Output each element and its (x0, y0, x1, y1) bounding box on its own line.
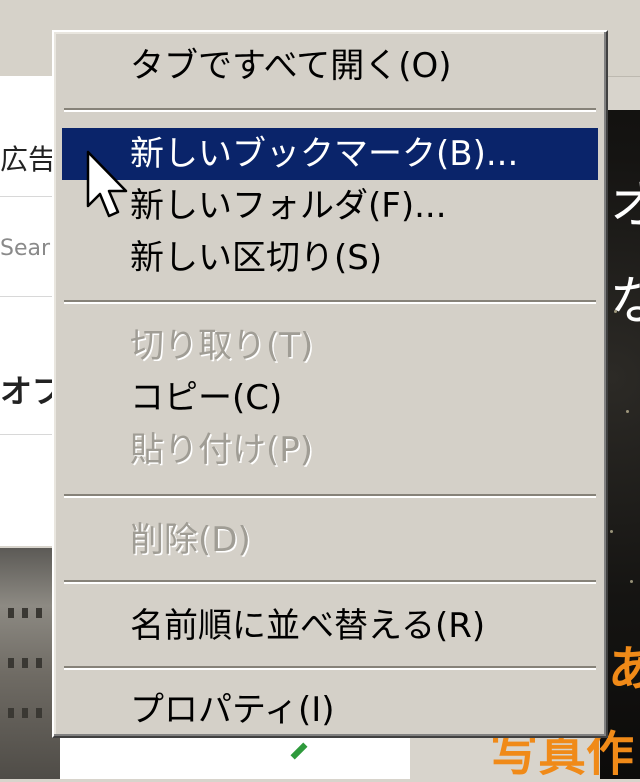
background-text-option: オプ (0, 372, 58, 410)
menu-item-new-folder[interactable]: 新しいフォルダ(F)... (62, 180, 598, 232)
menu-separator (64, 300, 596, 304)
mouse-pointer-icon (86, 150, 128, 218)
menu-item-cut[interactable]: 切り取り(T) (62, 320, 598, 372)
background-divider (0, 196, 58, 197)
background-city-photo (0, 548, 60, 779)
menu-item-properties[interactable]: プロパティ(I) (62, 684, 598, 736)
bookmark-context-menu: タブですべて開く(O) 新しいブックマーク(B)... 新しいフォルダ(F)..… (52, 30, 608, 738)
background-bottom-strip (60, 738, 410, 779)
banner-text: オ (610, 176, 640, 236)
banner-text: な (610, 272, 640, 332)
menu-separator (64, 494, 596, 498)
menu-separator (64, 580, 596, 584)
menu-item-copy[interactable]: コピー(C) (62, 372, 598, 424)
background-text-ad: 広告は (0, 143, 58, 176)
banner-text-orange: あ (608, 641, 640, 697)
background-page-left: 広告は Sear オプ (0, 76, 60, 546)
menu-item-sort-by-name[interactable]: 名前順に並べ替える(R) (62, 600, 598, 652)
menu-item-new-bookmark[interactable]: 新しいブックマーク(B)... (62, 128, 598, 180)
background-divider (0, 434, 58, 435)
menu-separator (64, 108, 596, 112)
menu-separator (64, 666, 596, 670)
background-divider (0, 296, 58, 297)
menu-item-paste[interactable]: 貼り付け(P) (62, 424, 598, 476)
menu-item-new-separator[interactable]: 新しい区切り(S) (62, 232, 598, 284)
menu-item-open-all-in-tabs[interactable]: タブですべて開く(O) (62, 40, 598, 92)
background-search-placeholder: Sear (0, 236, 51, 261)
menu-item-delete[interactable]: 削除(D) (62, 514, 598, 566)
